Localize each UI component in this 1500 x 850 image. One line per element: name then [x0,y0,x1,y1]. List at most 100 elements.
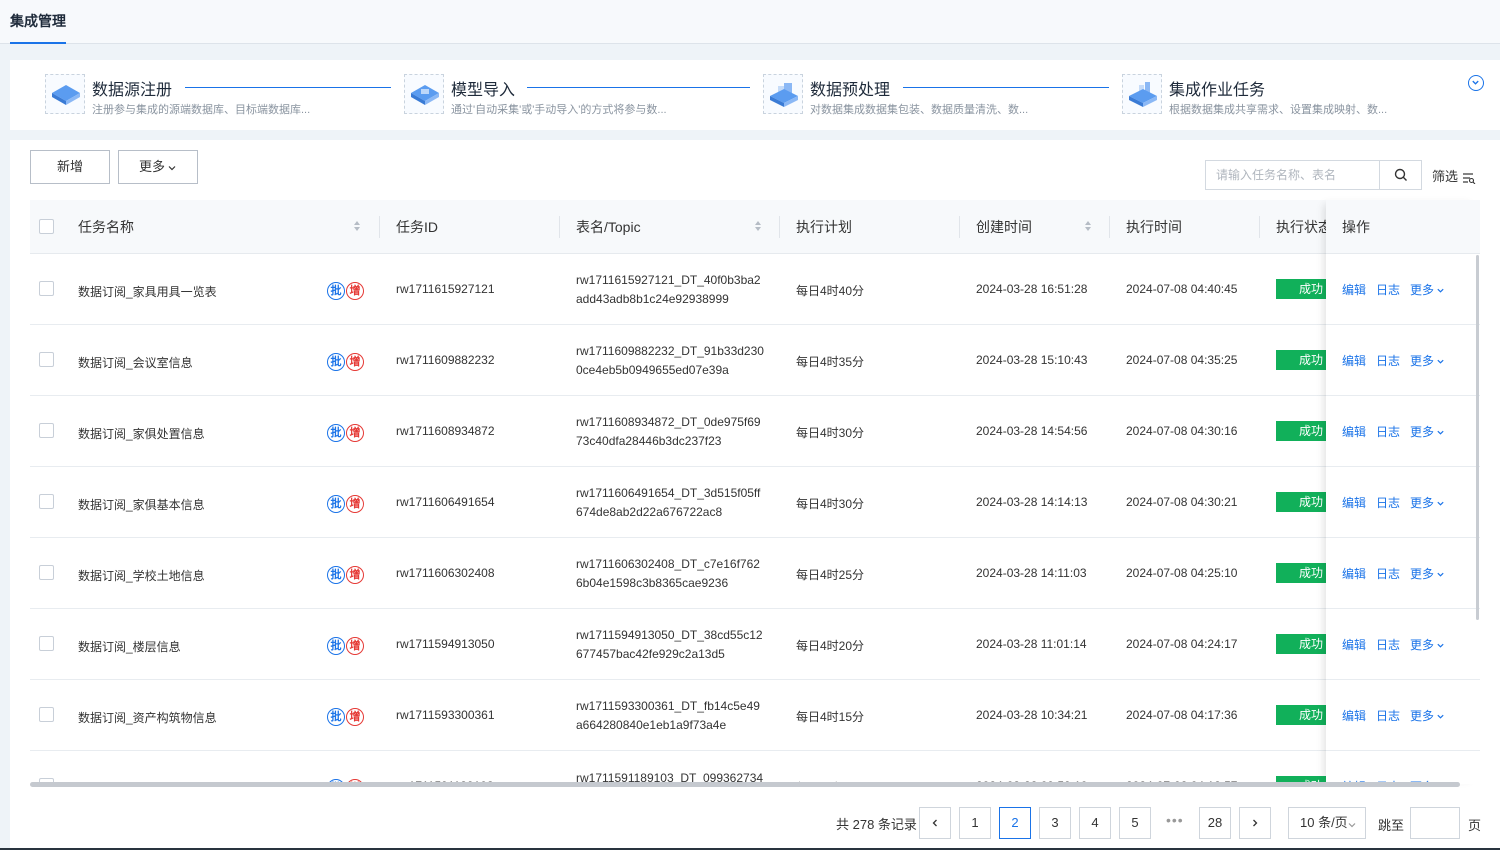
exec-time: 2024-07-08 04:35:25 [1126,353,1238,367]
batch-badge: 批 [327,495,345,513]
more-link-label: 更多 [1410,354,1435,368]
log-link[interactable]: 日志 [1376,423,1400,440]
log-link[interactable]: 日志 [1376,352,1400,369]
page-3[interactable]: 3 [1039,807,1071,839]
edit-link[interactable]: 编辑 [1342,707,1366,724]
vertical-scrollbar[interactable] [1476,255,1479,620]
exec-time: 2024-07-08 04:40:45 [1126,282,1238,296]
row-operations: 编辑日志更多 [1326,467,1480,538]
horizontal-scrollbar[interactable] [30,782,1460,787]
column-separator [779,216,780,238]
add-button[interactable]: 新增 [30,150,110,184]
edit-link[interactable]: 编辑 [1342,281,1366,298]
more-label: 更多 [138,159,165,174]
filter-button[interactable]: 筛选 [1432,166,1476,185]
step-title: 数据预处理 [810,82,891,99]
batch-badge: 批 [327,282,345,300]
collapse-circle-icon[interactable] [1468,75,1484,91]
col-exec-status: 执行状态 [1276,219,1332,235]
row-operations: 编辑日志更多 [1326,538,1480,609]
page-28[interactable]: 28 [1199,807,1231,839]
log-link[interactable]: 日志 [1376,281,1400,298]
more-link[interactable]: 更多 [1410,423,1445,440]
more-dropdown-button[interactable]: 更多 [118,150,198,184]
step-model-import[interactable]: 模型导入 通过'自动采集'或'手动导入'的方式将参与数... [404,74,750,118]
row-checkbox[interactable] [39,423,54,438]
table-topic-line1: rw1711593300361_DT_fb14c5e49 [576,699,760,713]
table-row[interactable]: 数据订阅_会议室信息 批增 rw1711609882232 rw17116098822… [30,325,1480,396]
page-1[interactable]: 1 [959,807,991,839]
page-size-value: 10 条/页 [1300,815,1348,830]
step-connector [185,87,391,88]
column-separator [1109,216,1110,238]
page-5[interactable]: 5 [1119,807,1151,839]
sort-icon[interactable] [754,200,766,254]
row-checkbox[interactable] [39,707,54,722]
log-link[interactable]: 日志 [1376,636,1400,653]
row-checkbox[interactable] [39,565,54,580]
log-link[interactable]: 日志 [1376,565,1400,582]
edit-link[interactable]: 编辑 [1342,423,1366,440]
more-link[interactable]: 更多 [1410,565,1445,582]
more-link-label: 更多 [1410,638,1435,652]
row-checkbox[interactable] [39,352,54,367]
operations-body: 编辑 日志 更多 编辑 日志 更多 编辑 日志 更多 编辑 日志 更多 编辑 日志 更多 编辑 日志 更多 编辑 日志… [1326,254,1480,784]
more-link[interactable]: 更多 [1410,281,1445,298]
edit-link[interactable]: 编辑 [1342,494,1366,511]
more-link[interactable]: 更多 [1410,494,1445,511]
search-input[interactable] [1206,161,1378,189]
step-datasource-register[interactable]: 数据源注册 注册参与集成的源端数据库、目标端数据库... [45,74,391,118]
table-topic-line1: rw1711608934872_DT_0de975f69 [576,415,761,429]
sort-icon[interactable] [1084,200,1096,254]
table-row[interactable]: 数据订阅_家俱基本信息 批增 rw1711606491654 rw1711606491… [30,467,1480,538]
table-body: 数据订阅_家具用具一览表批增 rw1711615927121 rw171161592… [30,254,1480,784]
table-row[interactable]: 数据订阅_学校土地信息 批增 rw1711606302408 rw1711606302… [30,538,1480,609]
table-row[interactable]: 数据订阅_土坯信息批增rw1711591189103rw171159118910… [30,751,1480,784]
task-id: rw1711609882232 [396,353,495,367]
table-row[interactable]: 数据订阅_资产构筑物信息 批增 rw1711593300361 rw171159330… [30,680,1480,751]
row-operations: 编辑日志更多 [1326,751,1480,784]
log-link[interactable]: 日志 [1376,494,1400,511]
edit-link[interactable]: 编辑 [1342,636,1366,653]
step-data-preprocess[interactable]: 数据预处理 对数据集成数据集包装、数据质量清洗、数... [763,74,1109,118]
table-row[interactable]: 数据订阅_家俱处置信息 批增 rw1711608934872 rw1711608934… [30,396,1480,467]
created-time: 2024-03-28 14:11:03 [976,566,1087,580]
more-link[interactable]: 更多 [1410,636,1445,653]
total-records: 共 278 条记录 [836,817,917,832]
column-separator [1259,216,1260,238]
task-id: rw1711593300361 [396,708,495,722]
jump-page-input[interactable] [1410,807,1460,839]
table-row[interactable]: 数据订阅_家具用具一览表 批增 rw1711615927121 rw171161592… [30,254,1480,325]
step-connector [903,87,1109,88]
col-table-topic: 表名/Topic [576,219,641,235]
select-all-checkbox[interactable] [39,219,54,234]
more-link[interactable]: 更多 [1410,352,1445,369]
table-topic-line2: 677457bac42fe929c2a13d5 [576,647,725,661]
edit-link[interactable]: 编辑 [1342,565,1366,582]
jump-label: 跳至 [1378,818,1405,833]
prev-page-button[interactable] [919,807,951,839]
page-size-select[interactable]: 10 条/页 [1288,807,1366,839]
step-title: 模型导入 [451,82,516,99]
page-ellipsis[interactable]: ••• [1166,812,1184,828]
step-integration-job[interactable]: 集成作业任务 根据数据集成共享需求、设置集成映射、数... [1122,74,1452,118]
more-link[interactable]: 更多 [1410,707,1445,724]
sort-icon[interactable] [353,200,365,254]
row-checkbox[interactable] [39,281,54,296]
row-checkbox[interactable] [39,636,54,651]
column-separator [379,216,380,238]
log-link[interactable]: 日志 [1376,707,1400,724]
table-topic-line1: rw1711594913050_DT_38cd55c12 [576,628,763,642]
page-suffix: 页 [1468,818,1482,833]
more-link-label: 更多 [1410,567,1435,581]
row-checkbox[interactable] [39,494,54,509]
chevron-down-icon [1437,573,1444,578]
tab-integration-management[interactable]: 集成管理 [10,0,66,44]
page-4[interactable]: 4 [1079,807,1111,839]
search-button[interactable] [1379,161,1421,189]
table-row[interactable]: 数据订阅_楼层信息 批增 rw1711594913050 rw171159491305… [30,609,1480,680]
next-page-button[interactable] [1239,807,1271,839]
page-2[interactable]: 2 [999,807,1031,839]
edit-link[interactable]: 编辑 [1342,352,1366,369]
incremental-badge: 增 [346,566,364,584]
